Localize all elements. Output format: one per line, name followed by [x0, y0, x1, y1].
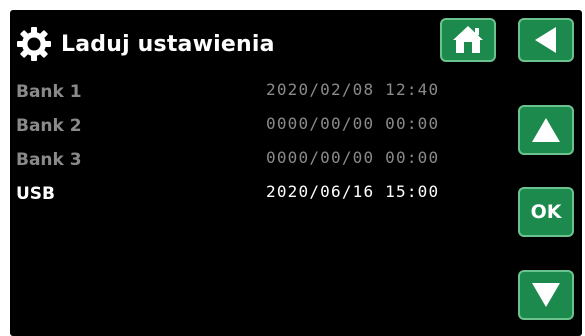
gear-icon: [17, 27, 51, 61]
header: Laduj ustawienia: [16, 24, 275, 64]
settings-bank-list: Bank 1 2020/02/08 12:40 Bank 2 0000/00/0…: [16, 78, 476, 214]
ok-button[interactable]: OK: [518, 187, 574, 237]
home-button[interactable]: [440, 18, 496, 62]
home-icon: [453, 26, 483, 53]
list-item-bank-1[interactable]: Bank 1 2020/02/08 12:40: [16, 78, 476, 112]
list-item-label: Bank 3: [16, 150, 82, 170]
ok-button-label: OK: [530, 201, 562, 223]
list-item-label: Bank 1: [16, 82, 82, 102]
arrow-up-icon: [532, 118, 560, 142]
list-item-timestamp: 0000/00/00 00:00: [266, 148, 440, 167]
list-item-timestamp: 2020/02/08 12:40: [266, 80, 440, 99]
list-item-label: USB: [16, 184, 56, 204]
up-button[interactable]: [518, 105, 574, 155]
list-item-timestamp: 2020/06/16 15:00: [266, 182, 440, 201]
display-screen: Laduj ustawienia Bank 1 2020/02/08 12:40…: [10, 10, 582, 336]
down-button[interactable]: [518, 270, 574, 320]
back-button[interactable]: [518, 18, 574, 62]
list-item-bank-2[interactable]: Bank 2 0000/00/00 00:00: [16, 112, 476, 146]
list-item-label: Bank 2: [16, 116, 82, 136]
list-item-bank-3[interactable]: Bank 3 0000/00/00 00:00: [16, 146, 476, 180]
list-item-usb[interactable]: USB 2020/06/16 15:00: [16, 180, 476, 214]
page-title: Laduj ustawienia: [61, 31, 275, 57]
list-item-timestamp: 0000/00/00 00:00: [266, 114, 440, 133]
back-arrow-icon: [535, 27, 556, 53]
arrow-down-icon: [532, 283, 560, 307]
